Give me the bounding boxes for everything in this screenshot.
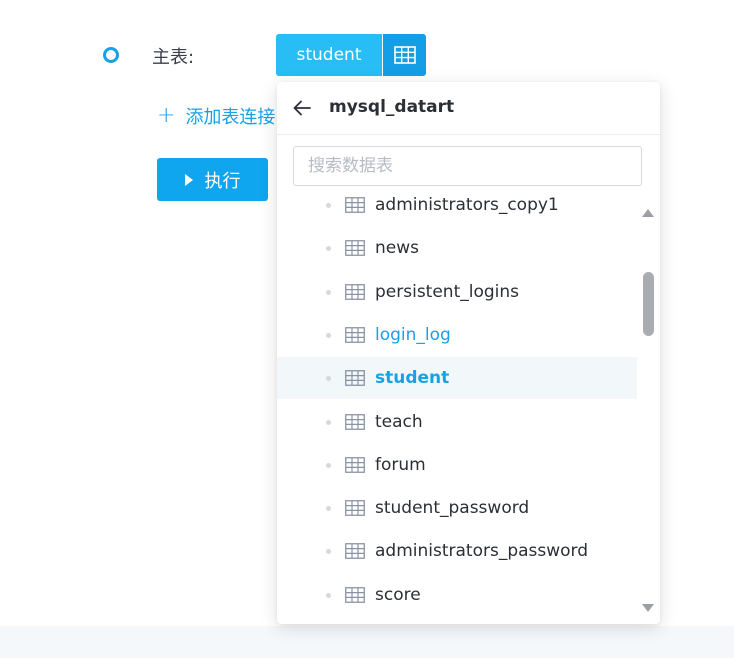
bullet-icon [326,245,331,251]
table-name: persistent_logins [375,282,520,302]
table-icon [345,327,365,347]
run-button[interactable]: 执行 [157,158,268,201]
run-label: 执行 [204,170,241,192]
table-name: student [375,368,450,388]
table-icon [345,543,365,563]
table-name: administrators_copy1 [375,195,559,215]
add-join-label: 添加表连接 [185,107,276,128]
scroll-down-icon[interactable] [642,604,654,612]
table-name: score [375,585,421,605]
table-icon [345,587,365,607]
table-list-item[interactable]: student_password [277,487,637,529]
table-icon [345,457,365,477]
table-list-item[interactable]: login_log [277,314,637,356]
plus-icon: + [157,103,176,128]
bullet-icon [326,592,331,598]
bullet-icon [326,548,331,554]
bullet-icon [326,419,331,425]
play-icon [184,173,193,186]
table-icon [345,500,365,520]
table-picker-button[interactable] [383,34,426,76]
bullet-icon [326,505,331,511]
table-picker-dropdown: mysql_datart administrators_copy1news per… [277,82,660,624]
table-list-item[interactable]: score [277,574,637,616]
scroll-up-icon[interactable] [642,209,654,217]
bullet-icon [326,202,331,208]
table-icon [345,370,365,390]
selected-table-button[interactable]: student [276,34,382,76]
table-icon [345,414,365,434]
bullet-icon [326,375,331,381]
table-name: student_password [375,498,530,518]
table-list-item[interactable]: administrators_copy1 [277,184,637,226]
bullet-icon [326,289,331,295]
scrollbar-thumb[interactable] [643,272,654,336]
step-indicator-icon [103,47,119,63]
table-list-item[interactable]: student [277,357,637,399]
table-name: forum [375,455,426,475]
table-icon [345,197,365,217]
table-list-item[interactable]: news [277,227,637,269]
main-table-label: 主表: [152,47,195,68]
table-icon [345,284,365,304]
table-name: teach [375,412,423,432]
bullet-icon [326,462,331,468]
table-name: news [375,238,419,258]
table-icon [345,240,365,260]
table-list-item[interactable]: teach [277,401,637,443]
table-list-item[interactable]: forum [277,444,637,486]
bullet-icon [326,332,331,338]
table-list-item[interactable]: administrators_password [277,530,637,572]
table-list-item[interactable]: persistent_logins [277,271,637,313]
search-input[interactable] [293,146,642,186]
table-name: login_log [375,325,451,345]
dropdown-header: mysql_datart [277,82,660,135]
database-name: mysql_datart [329,97,455,117]
table-name: administrators_password [375,541,589,561]
grid-icon [393,46,416,64]
bottom-strip [0,626,734,658]
arrow-left-icon[interactable] [291,97,313,119]
add-join-link[interactable]: + 添加表连接 [157,103,275,129]
